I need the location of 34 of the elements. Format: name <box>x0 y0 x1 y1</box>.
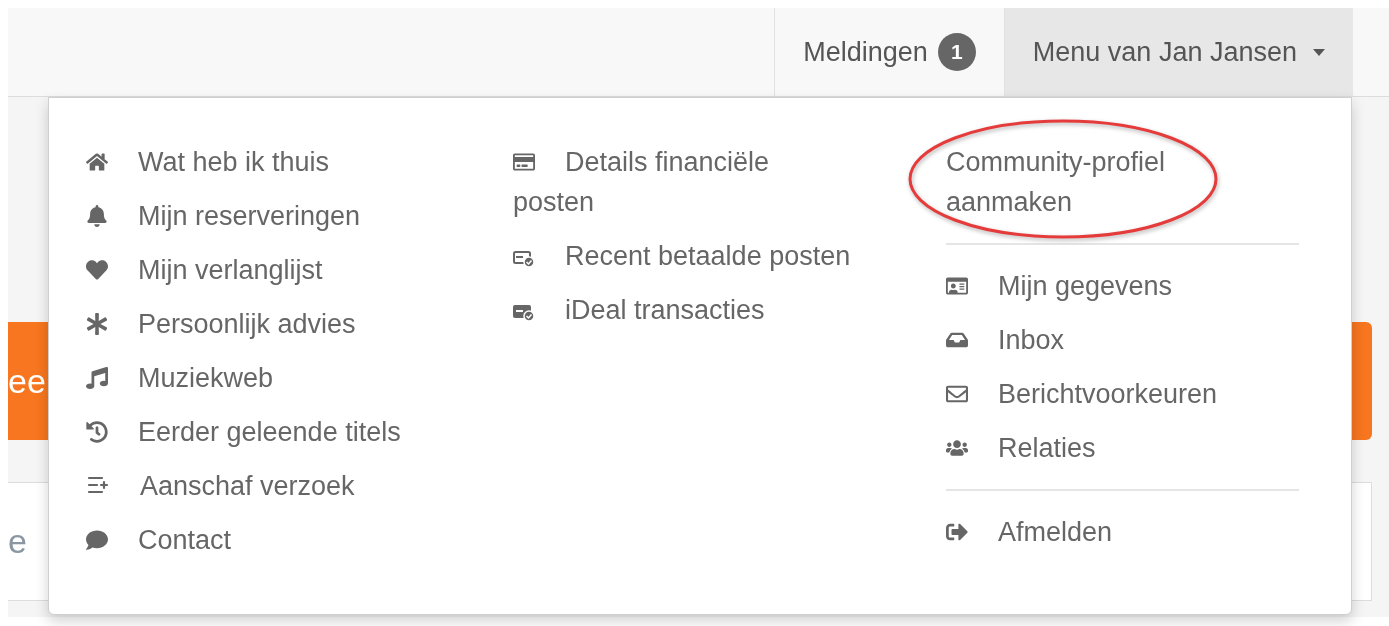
menu-item[interactable]: Muziekweb <box>86 351 513 405</box>
card-check-icon <box>513 249 535 267</box>
menu-item[interactable]: Berichtvoorkeuren <box>946 367 1326 421</box>
menu-item[interactable]: Community-profiel aanmaken <box>946 135 1246 229</box>
credit-card-icon <box>513 151 535 173</box>
menu-item[interactable]: Contact <box>86 513 513 567</box>
history-icon <box>86 421 108 443</box>
menu-item[interactable]: Details financiële posten <box>513 135 813 229</box>
menu-item[interactable]: Persoonlijk advies <box>86 297 513 351</box>
count-badge: 1 <box>937 33 976 71</box>
menu-item[interactable]: Recent betaalde posten <box>513 229 946 283</box>
menu-item[interactable]: Eerder geleende titels <box>86 405 513 459</box>
nav-item[interactable]: Menu van Jan Jansen <box>1003 8 1353 96</box>
users-icon <box>946 437 968 459</box>
id-card-icon <box>946 275 968 297</box>
menu-item[interactable]: Relaties <box>946 421 1326 475</box>
nav-item[interactable]: Meldingen 1 <box>774 8 1004 96</box>
menu-item[interactable]: Wat heb ik thuis <box>86 135 513 189</box>
menu-item[interactable]: Mijn verlanglijst <box>86 243 513 297</box>
bell-icon <box>86 205 108 227</box>
asterisk-icon <box>86 313 108 335</box>
envelope-icon <box>946 383 968 405</box>
speech-bubble-icon <box>86 529 108 551</box>
menu-item[interactable]: Inbox <box>946 313 1326 367</box>
menu-item[interactable]: Mijn reserveringen <box>86 189 513 243</box>
menu-item[interactable]: iDeal transacties <box>513 283 946 337</box>
menu-item[interactable]: Afmelden <box>946 505 1326 559</box>
heart-icon <box>86 259 108 281</box>
menu-item[interactable]: Mijn gegevens <box>946 259 1326 313</box>
card-check-icon <box>513 303 535 321</box>
menu-item[interactable]: Aanschaf verzoek <box>86 459 513 513</box>
home-icon <box>86 151 108 173</box>
music-icon <box>86 367 108 389</box>
sign-out-icon <box>946 521 968 543</box>
